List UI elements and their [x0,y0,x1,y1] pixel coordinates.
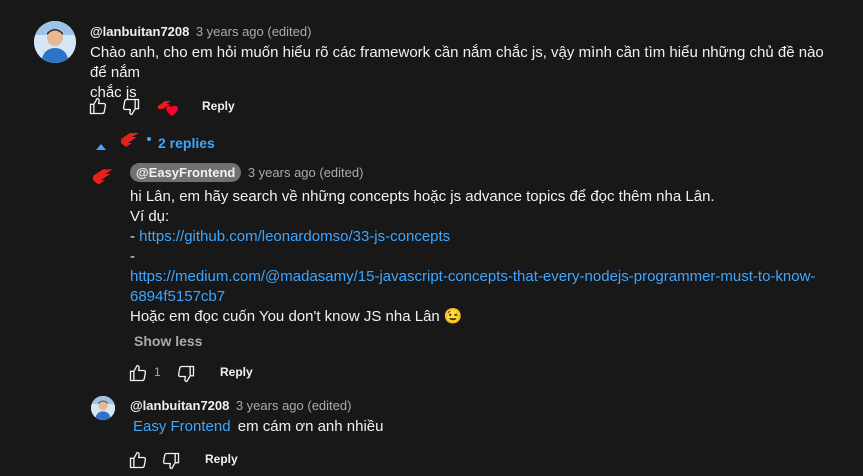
medium-link[interactable]: https://medium.com/@madasamy/15-javascri… [130,268,815,285]
reply2-time[interactable]: 3 years ago (edited) [236,398,352,413]
reply2-text: Easy Frontend em cám ơn anh nhiều [130,417,384,437]
comment-text-line1: Chào anh, cho em hỏi muốn hiểu rõ các fr… [90,44,824,81]
reply1-line2: Ví dụ: [130,208,170,225]
show-less-button[interactable]: Show less [134,333,202,349]
thumbs-down-icon[interactable] [176,364,196,389]
comment-time[interactable]: 3 years ago (edited) [196,24,312,39]
easyfrontend-avatar[interactable] [92,168,116,191]
reply1-time[interactable]: 3 years ago (edited) [248,165,364,180]
github-link[interactable]: https://github.com/leonardomso/33-js-con… [139,228,450,245]
comment-header: @lanbuitan7208 3 years ago (edited) [90,23,311,41]
reply-button[interactable]: Reply [205,452,238,466]
reply2-header: @lanbuitan7208 3 years ago (edited) [130,397,351,415]
creator-badge[interactable]: @EasyFrontend [130,163,242,182]
avatar[interactable] [34,21,76,63]
avatar[interactable] [91,396,115,420]
reply2-message: em cám ơn anh nhiều [237,418,384,435]
thumbs-down-icon[interactable] [121,97,141,122]
replies-toggle[interactable]: 2 replies [158,135,215,151]
reply-button[interactable]: Reply [220,365,253,379]
reply2-author[interactable]: @lanbuitan7208 [130,398,229,413]
creator-heart-icon[interactable] [156,98,180,123]
reply1-text: hi Lân, em hãy search về những concepts … [130,187,850,327]
comment-text-line2: chắc js [90,84,137,101]
dash-text: - [130,228,140,245]
medium-link-cont[interactable]: 6894f5157cb7 [130,288,225,305]
thumbs-down-icon[interactable] [161,451,181,476]
mention-link[interactable]: Easy Frontend [133,418,231,435]
comment-author[interactable]: @lanbuitan7208 [90,24,189,39]
easyfrontend-logo-icon [120,132,142,153]
avatar-image [34,21,76,63]
avatar-image [91,396,115,420]
thumbs-up-icon[interactable] [128,450,148,475]
reply1-header: @EasyFrontend 3 years ago (edited) [130,163,364,182]
wink-emoji: 😉 [443,308,463,325]
reply1-last-text: Hoặc em đọc cuốn You don't know JS nha L… [130,308,440,325]
reply1-last-line: Hoặc em đọc cuốn You don't know JS nha L… [130,307,850,327]
reply1-link1-row: - https://github.com/leonardomso/33-js-c… [130,227,850,247]
comment-text: Chào anh, cho em hỏi muốn hiểu rõ các fr… [90,43,830,103]
reply-button[interactable]: Reply [202,99,235,113]
thumbs-up-icon[interactable] [88,96,108,121]
replies-dot [147,137,151,141]
reply1-line1: hi Lân, em hãy search về những concepts … [130,188,715,205]
like-count: 1 [154,365,161,379]
thumbs-up-icon[interactable] [128,363,148,388]
dash-text: - [130,248,135,265]
chevron-up-icon[interactable] [96,138,106,156]
